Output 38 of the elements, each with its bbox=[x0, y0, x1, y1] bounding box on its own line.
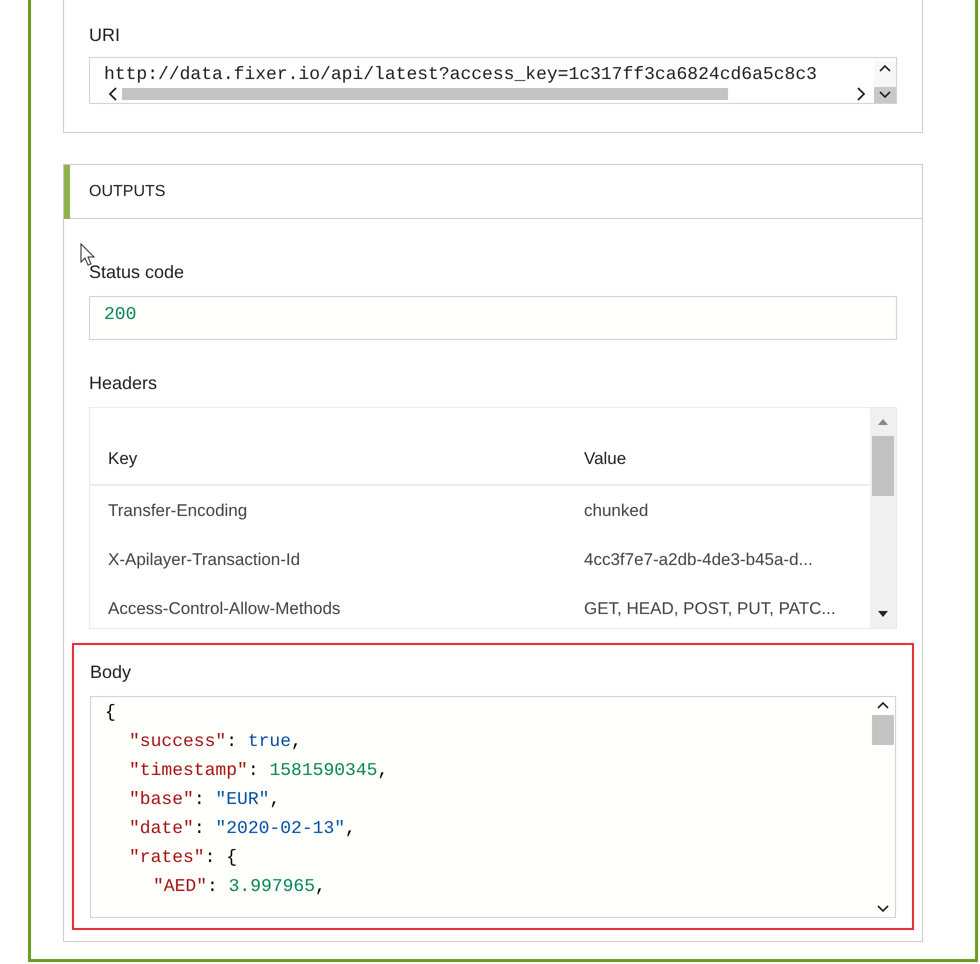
scrollbar-thumb[interactable] bbox=[872, 715, 894, 745]
table-cell-text: Transfer-Encoding bbox=[107, 500, 248, 522]
vertical-scrollbar[interactable] bbox=[870, 408, 896, 628]
column-header: Value bbox=[584, 448, 626, 470]
scroll-down-button[interactable] bbox=[874, 87, 896, 103]
status-code-label: Status code bbox=[89, 261, 186, 284]
table-cell-text: chunked bbox=[584, 500, 648, 522]
scroll-up-icon[interactable] bbox=[879, 64, 891, 72]
scrollbar-thumb[interactable] bbox=[872, 436, 894, 496]
column-header: Key bbox=[107, 448, 138, 470]
code-line: { bbox=[105, 702, 116, 725]
code-line: "success": true, bbox=[129, 731, 302, 754]
uri-label: URI bbox=[89, 24, 121, 47]
code-line: "rates": { bbox=[129, 847, 238, 870]
scroll-up-icon[interactable] bbox=[877, 701, 889, 709]
code-line: "timestamp": 1581590345, bbox=[129, 760, 388, 783]
accent-bar bbox=[64, 164, 70, 218]
scrollbar-thumb[interactable] bbox=[122, 88, 728, 100]
table-cell-text: 4cc3f7e7-a2db-4de3-b45a-d... bbox=[584, 548, 813, 571]
scroll-left-icon[interactable] bbox=[108, 87, 118, 101]
code-line: "AED": 3.997965, bbox=[153, 876, 326, 899]
headers-label: Headers bbox=[89, 372, 158, 395]
table-cell-text: GET, HEAD, POST, PUT, PATC... bbox=[584, 598, 836, 620]
scroll-down-icon[interactable] bbox=[879, 91, 891, 99]
horizontal-scrollbar[interactable] bbox=[108, 87, 866, 101]
mouse-pointer-icon bbox=[80, 243, 96, 267]
status-code-field[interactable]: 200 bbox=[89, 296, 897, 340]
table-cell-text: Access-Control-Allow-Methods bbox=[107, 598, 342, 620]
table-cell-text: X-Apilayer-Transaction-Id bbox=[107, 548, 302, 571]
body-label: Body bbox=[90, 661, 132, 684]
scroll-down-icon[interactable] bbox=[877, 905, 889, 913]
outputs-title: OUTPUTS bbox=[89, 182, 166, 202]
scroll-right-icon[interactable] bbox=[856, 87, 866, 101]
uri-field[interactable]: http://data.fixer.io/api/latest?access_key=1c317ff3ca6824cd6a5c8c3 bbox=[89, 57, 897, 104]
code-line: "date": "2020-02-13", bbox=[129, 818, 356, 841]
code-line: "base": "EUR", bbox=[129, 789, 280, 812]
body-code-field[interactable]: { "success": true, "timestamp": 1581590345, "base": "EUR", "date": "2020-02-13", "rates": { "AED": 3.997965, bbox=[90, 696, 896, 918]
scroll-down-icon[interactable] bbox=[877, 610, 889, 618]
